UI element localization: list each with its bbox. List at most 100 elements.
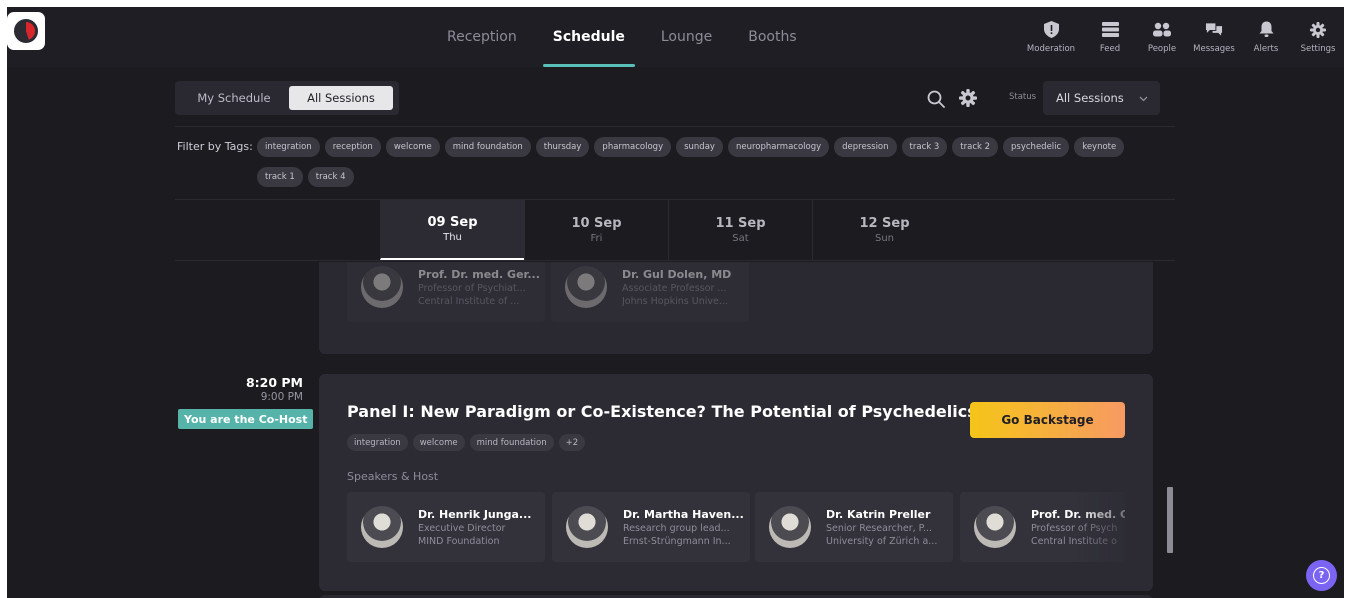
tag-filter[interactable]: thursday	[535, 137, 590, 157]
right-nav: Moderation Feed People Messages Alerts S…	[1018, 7, 1344, 67]
speaker-name: Dr. Katrin Preller	[826, 507, 931, 521]
nav-feed[interactable]: Feed	[1084, 7, 1136, 67]
session-card[interactable]: Prof. Dr. med. Ger... Professor of Psych…	[319, 262, 1153, 354]
date-day: 12 Sep	[859, 216, 910, 231]
feed-icon	[1101, 21, 1119, 39]
nav-label: Moderation	[1026, 43, 1076, 54]
nav-messages[interactable]: Messages	[1188, 7, 1240, 67]
speaker-name: Dr. Gul Dolen, MD	[622, 267, 732, 281]
speaker-card[interactable]: Prof. Dr. med. Ger... Professor of Psych…	[347, 262, 545, 322]
tag-filter-list: integration reception welcome mind found…	[257, 137, 1167, 187]
avatar	[565, 266, 607, 308]
nav-label: Messages	[1193, 43, 1235, 54]
nav-people[interactable]: People	[1136, 7, 1188, 67]
tag-filter[interactable]: neuropharmacology	[727, 137, 830, 157]
tag-filter[interactable]: pharmacology	[594, 137, 672, 157]
session-tag[interactable]: mind foundation	[469, 434, 554, 451]
session-tag-more[interactable]: +2	[558, 434, 586, 451]
my-schedule-button[interactable]: My Schedule	[179, 86, 289, 110]
speaker-card[interactable]: Dr. Henrik Junga... Executive Director M…	[347, 492, 545, 562]
bell-icon	[1257, 21, 1275, 39]
session-tags: integration welcome mind foundation +2	[347, 434, 586, 451]
date-day: 11 Sep	[715, 216, 766, 231]
tag-filter[interactable]: integration	[257, 137, 320, 157]
speaker-name: Prof. Dr. med. Ger...	[418, 267, 540, 281]
session-title[interactable]: Panel I: New Paradigm or Co-Existence? T…	[347, 402, 1006, 421]
date-tab-11-sep[interactable]: 11 Sep Sat	[668, 200, 812, 260]
cohost-badge: You are the Co-Host	[178, 409, 314, 429]
avatar	[361, 506, 403, 548]
tab-reception[interactable]: Reception	[443, 7, 521, 67]
nav-label: Alerts	[1253, 43, 1279, 54]
date-weekday: Sat	[732, 233, 749, 244]
session-list: Prof. Dr. med. Ger... Professor of Psych…	[7, 262, 1344, 598]
speakers-label: Speakers & Host	[347, 470, 439, 483]
speaker-name: Prof. Dr. med. Ge	[1031, 507, 1125, 521]
status-select[interactable]: All Sessions	[1043, 81, 1160, 115]
session-tag[interactable]: welcome	[412, 434, 465, 451]
tag-filter[interactable]: track 3	[901, 137, 948, 157]
avatar	[361, 266, 403, 308]
top-nav: Reception Schedule Lounge Booths Moderat…	[7, 7, 1344, 67]
tag-filter[interactable]: psychedelic	[1003, 137, 1070, 157]
divider	[175, 260, 1175, 261]
filter-label: Filter by Tags:	[177, 140, 253, 153]
search-icon[interactable]	[927, 90, 945, 108]
help-icon: ?	[1313, 567, 1330, 584]
speaker-org: Central Institute o	[1031, 535, 1117, 547]
date-day: 09 Sep	[427, 215, 478, 230]
nav-label: People	[1147, 43, 1177, 54]
session-card[interactable]: Panel I: New Paradigm or Co-Existence? T…	[319, 374, 1153, 591]
speaker-card[interactable]: Prof. Dr. med. Ge Professor of Psych Cen…	[960, 492, 1125, 562]
date-day: 10 Sep	[571, 216, 622, 231]
nav-alerts[interactable]: Alerts	[1240, 7, 1292, 67]
session-tag[interactable]: integration	[347, 434, 408, 451]
date-weekday: Thu	[443, 232, 462, 243]
tag-filter[interactable]: mind foundation	[444, 137, 531, 157]
tag-filter[interactable]: track 1	[257, 167, 303, 187]
schedule-view-toggle: My Schedule All Sessions	[175, 81, 399, 115]
speaker-title: Professor of Psychiat...	[418, 282, 526, 294]
speaker-title: Executive Director	[418, 522, 506, 534]
messages-icon	[1205, 21, 1223, 39]
tag-filter[interactable]: track 4	[307, 167, 354, 187]
tab-schedule[interactable]: Schedule	[542, 7, 636, 67]
speaker-title: Associate Professor ...	[622, 282, 727, 294]
date-tab-10-sep[interactable]: 10 Sep Fri	[524, 200, 668, 260]
main-tabs: Reception Schedule Lounge Booths	[443, 7, 829, 67]
speaker-title: Senior Researcher, P...	[826, 522, 932, 534]
speaker-org: Johns Hopkins Unive...	[622, 295, 728, 307]
tag-filter[interactable]: depression	[834, 137, 897, 157]
nav-moderation[interactable]: Moderation	[1018, 7, 1084, 67]
tag-filter[interactable]: keynote	[1074, 137, 1125, 157]
date-tab-12-sep[interactable]: 12 Sep Sun	[812, 200, 956, 260]
speaker-title: Research group lead...	[623, 522, 730, 534]
tag-filter[interactable]: reception	[324, 137, 381, 157]
session-start-time: 8:20 PM	[245, 375, 303, 390]
speakers-row: Dr. Henrik Junga... Executive Director M…	[347, 492, 1125, 562]
tag-filter[interactable]: track 2	[952, 137, 999, 157]
session-end-time: 9:00 PM	[260, 391, 303, 403]
nav-label: Settings	[1300, 43, 1336, 54]
nav-settings[interactable]: Settings	[1292, 7, 1344, 67]
speaker-org: Central Institute of ...	[418, 295, 520, 307]
logo-icon	[14, 19, 38, 43]
tag-filter[interactable]: sunday	[676, 137, 723, 157]
divider	[175, 126, 1175, 127]
date-tab-09-sep[interactable]: 09 Sep Thu	[380, 200, 524, 260]
speaker-card[interactable]: Dr. Katrin Preller Senior Researcher, P.…	[755, 492, 953, 562]
speaker-card[interactable]: Dr. Martha Haven... Research group lead.…	[552, 492, 750, 562]
tab-lounge[interactable]: Lounge	[657, 7, 716, 67]
app-frame: Reception Schedule Lounge Booths Moderat…	[7, 7, 1344, 598]
speaker-org: MIND Foundation	[418, 535, 500, 547]
app-logo[interactable]	[7, 12, 45, 50]
go-backstage-button[interactable]: Go Backstage	[970, 402, 1125, 438]
tab-booths[interactable]: Booths	[744, 7, 800, 67]
help-button[interactable]: ?	[1306, 560, 1337, 591]
all-sessions-button[interactable]: All Sessions	[289, 86, 393, 110]
speakers-scrollbar[interactable]	[1167, 487, 1173, 553]
gear-icon[interactable]	[959, 89, 977, 107]
tag-filter[interactable]: welcome	[385, 137, 440, 157]
session-time: 8:20 PM 9:00 PM	[246, 375, 303, 403]
speaker-card[interactable]: Dr. Gul Dolen, MD Associate Professor ..…	[551, 262, 749, 322]
